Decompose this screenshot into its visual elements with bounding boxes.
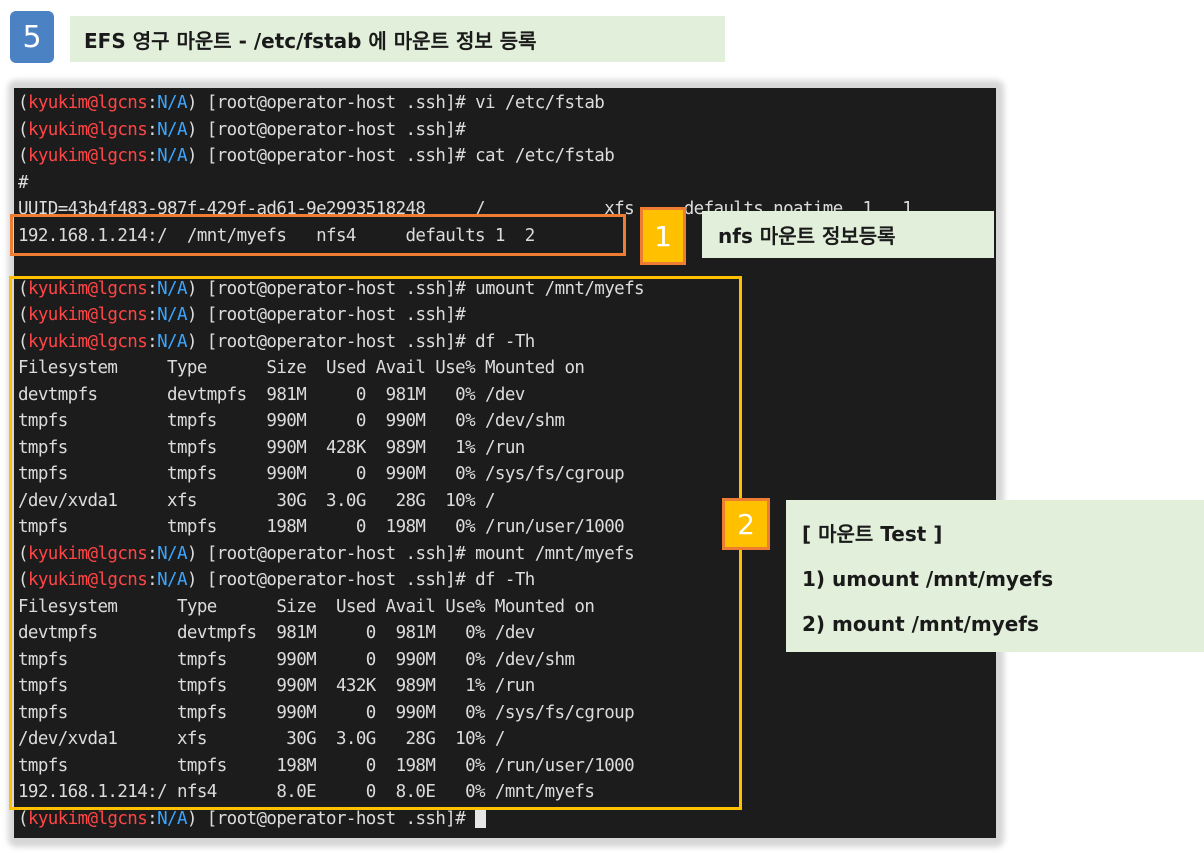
- prompt-host: [root@operator-host .ssh]#: [196, 119, 466, 140]
- terminal-line: (kyukim@lgcns:N/A) [root@operator-host .…: [18, 143, 912, 170]
- prompt-user: kyukim@lgcns: [27, 808, 148, 829]
- prompt-paren-close: ): [186, 808, 198, 829]
- prompt-user: kyukim@lgcns: [27, 119, 148, 140]
- prompt-paren-close: ): [186, 93, 198, 113]
- highlight-box-2: [9, 276, 742, 810]
- prompt-colon: :: [147, 808, 158, 829]
- prompt-paren-open: (: [18, 146, 29, 166]
- prompt-paren-close: ): [186, 119, 198, 140]
- prompt-host: [root@operator-host .ssh]#: [196, 146, 466, 166]
- prompt-host: [root@operator-host .ssh]#: [196, 808, 466, 829]
- terminal-line: #: [18, 170, 912, 197]
- prompt-host: [root@operator-host .ssh]#: [196, 93, 466, 113]
- prompt-region: N/A: [157, 119, 187, 140]
- step-badge: 5: [10, 11, 54, 63]
- page-slide: { "step": {"number": "5", "title": "EFS …: [0, 0, 1204, 853]
- prompt-user: kyukim@lgcns: [27, 146, 148, 166]
- terminal-line: (kyukim@lgcns:N/A) [root@operator-host .…: [18, 117, 912, 144]
- highlight-box-1: [10, 214, 626, 256]
- terminal-line-text: [465, 809, 475, 829]
- callout-label-1: nfs 마운트 정보등록: [702, 211, 994, 258]
- callout-note-title: [ 마운트 Test ]: [802, 522, 943, 546]
- terminal-line-text: cat /etc/fstab: [465, 146, 615, 166]
- prompt-paren-open: (: [18, 808, 29, 829]
- prompt-user: kyukim@lgcns: [27, 93, 148, 113]
- callout-badge-1: 1: [640, 207, 686, 265]
- prompt-region: N/A: [157, 93, 187, 113]
- step-title: EFS 영구 마운트 - /etc/fstab 에 마운트 정보 등록: [70, 16, 725, 62]
- prompt-paren-open: (: [18, 119, 29, 140]
- terminal-line: (kyukim@lgcns:N/A) [root@operator-host .…: [18, 90, 912, 117]
- prompt-colon: :: [147, 119, 158, 140]
- prompt-region: N/A: [157, 146, 187, 166]
- callout-note-item-2: 2) mount /mnt/myefs: [802, 612, 1039, 636]
- terminal-line-text: vi /etc/fstab: [465, 93, 605, 113]
- terminal-cursor: [475, 807, 487, 828]
- prompt-paren-close: ): [186, 146, 198, 166]
- callout-badge-2: 2: [722, 498, 770, 550]
- prompt-colon: :: [147, 93, 158, 113]
- prompt-region: N/A: [157, 808, 187, 829]
- callout-note-item-1: 1) umount /mnt/myefs: [802, 567, 1054, 591]
- prompt-colon: :: [147, 146, 158, 166]
- prompt-paren-open: (: [18, 93, 29, 113]
- callout-note-2: [ 마운트 Test ] 1) umount /mnt/myefs 2) mou…: [786, 500, 1204, 652]
- terminal-line-text: #: [18, 172, 29, 193]
